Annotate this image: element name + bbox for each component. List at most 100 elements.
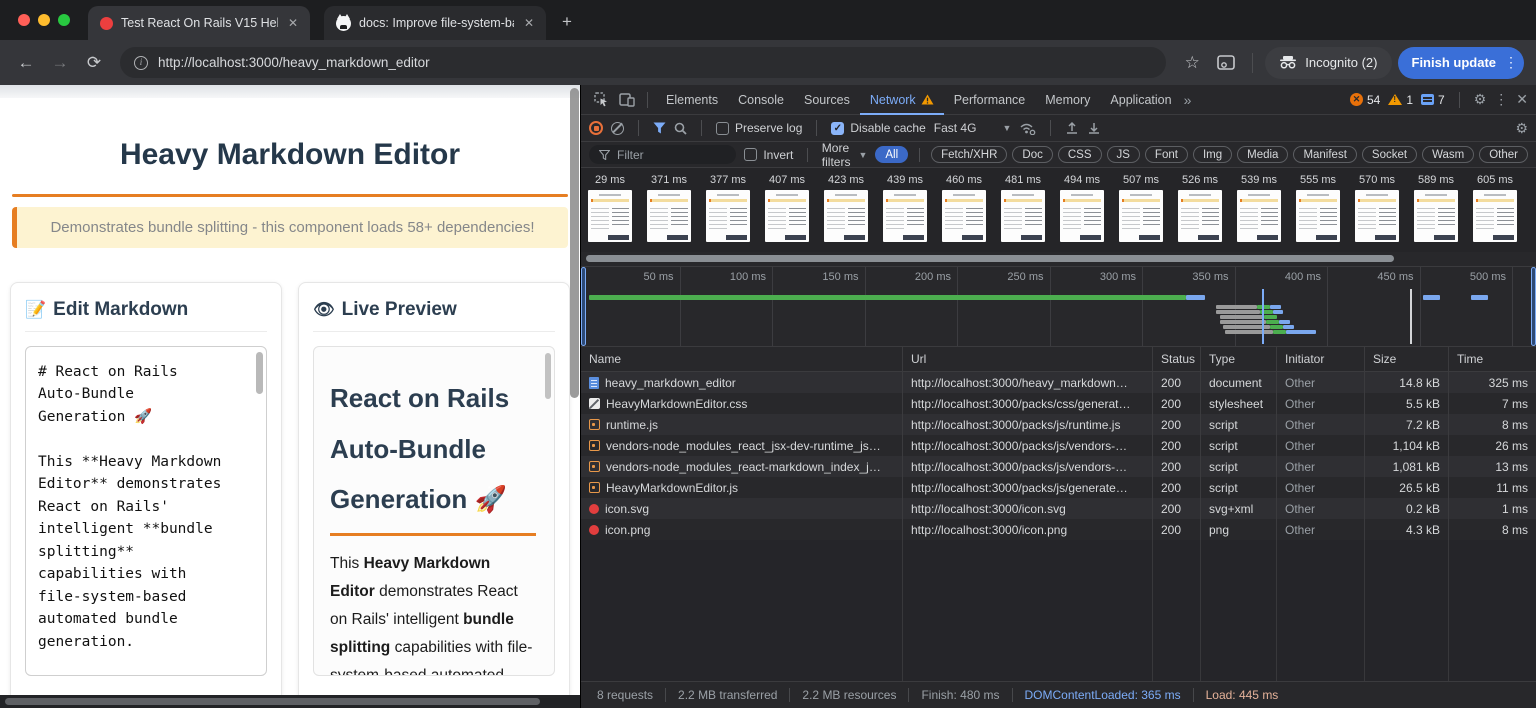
filmstrip-frame[interactable]: 377 ms bbox=[706, 174, 750, 252]
table-row[interactable]: runtime.jshttp://localhost:3000/packs/js… bbox=[581, 414, 1536, 435]
filmstrip-frame[interactable]: 494 ms bbox=[1060, 174, 1104, 252]
incognito-badge[interactable]: Incognito (2) bbox=[1265, 47, 1391, 79]
table-row[interactable]: vendors-node_modules_react_jsx-dev-runti… bbox=[581, 435, 1536, 456]
timeline-left-handle[interactable] bbox=[581, 267, 586, 346]
column-header-status[interactable]: Status bbox=[1153, 347, 1201, 371]
devtools-tab-console[interactable]: Console bbox=[728, 85, 794, 115]
column-header-type[interactable]: Type bbox=[1201, 347, 1277, 371]
devtools-menu-icon[interactable]: ⋮ bbox=[1494, 91, 1508, 108]
side-panel-icon[interactable] bbox=[1212, 49, 1240, 77]
bookmark-star-icon[interactable]: ☆ bbox=[1178, 49, 1206, 77]
address-bar[interactable]: i http://localhost:3000/heavy_markdown_e… bbox=[120, 47, 1166, 78]
forward-icon[interactable]: → bbox=[46, 49, 74, 77]
export-har-icon[interactable] bbox=[1087, 121, 1101, 135]
filter-chip-manifest[interactable]: Manifest bbox=[1293, 146, 1356, 163]
issues-badge[interactable]: 7 bbox=[1421, 93, 1445, 107]
network-conditions-icon[interactable] bbox=[1019, 122, 1036, 135]
filter-chip-media[interactable]: Media bbox=[1237, 146, 1288, 163]
network-overview-timeline[interactable]: 50 ms100 ms150 ms200 ms250 ms300 ms350 m… bbox=[581, 266, 1536, 346]
filter-funnel-icon[interactable] bbox=[653, 122, 666, 134]
filter-chip-fetchxhr[interactable]: Fetch/XHR bbox=[931, 146, 1007, 163]
devtools-tab-application[interactable]: Application bbox=[1100, 85, 1181, 115]
filter-chip-wasm[interactable]: Wasm bbox=[1422, 146, 1474, 163]
filmstrip-frame[interactable]: 605 ms bbox=[1473, 174, 1517, 252]
filmstrip-frame[interactable]: 589 ms bbox=[1414, 174, 1458, 252]
finish-update-button[interactable]: Finish update ⋮ bbox=[1398, 47, 1525, 79]
device-toolbar-icon[interactable] bbox=[615, 89, 639, 111]
url-text[interactable]: http://localhost:3000/heavy_markdown_edi… bbox=[158, 55, 430, 70]
table-row[interactable]: HeavyMarkdownEditor.jshttp://localhost:3… bbox=[581, 477, 1536, 498]
invert-checkbox[interactable]: Invert bbox=[744, 148, 793, 162]
timeline-right-handle[interactable] bbox=[1531, 267, 1536, 346]
devtools-tab-sources[interactable]: Sources bbox=[794, 85, 860, 115]
devtools-tab-performance[interactable]: Performance bbox=[944, 85, 1036, 115]
more-tabs-icon[interactable]: » bbox=[1184, 92, 1192, 108]
close-tab-icon[interactable]: ✕ bbox=[286, 16, 300, 30]
filter-chip-other[interactable]: Other bbox=[1479, 146, 1528, 163]
filmstrip-frame[interactable]: 526 ms bbox=[1178, 174, 1222, 252]
table-row[interactable]: HeavyMarkdownEditor.csshttp://localhost:… bbox=[581, 393, 1536, 414]
back-icon[interactable]: ← bbox=[12, 49, 40, 77]
column-header-name[interactable]: Name bbox=[581, 347, 903, 371]
network-settings-gear-icon[interactable]: ⚙ bbox=[1515, 120, 1528, 137]
filter-chip-font[interactable]: Font bbox=[1145, 146, 1188, 163]
filmstrip-scrollbar[interactable] bbox=[581, 252, 1536, 266]
textarea-scrollbar-thumb[interactable] bbox=[256, 352, 263, 394]
window-controls[interactable] bbox=[0, 0, 88, 40]
devtools-tab-memory[interactable]: Memory bbox=[1035, 85, 1100, 115]
filter-chip-all[interactable]: All bbox=[875, 146, 908, 163]
table-row[interactable]: icon.pnghttp://localhost:3000/icon.png20… bbox=[581, 519, 1536, 540]
filter-chip-js[interactable]: JS bbox=[1107, 146, 1140, 163]
browser-tab-2[interactable]: docs: Improve file-system-ba ✕ bbox=[324, 6, 546, 40]
markdown-editor-textarea[interactable] bbox=[25, 346, 267, 676]
devtools-tab-network[interactable]: Network bbox=[860, 85, 944, 115]
table-row[interactable]: heavy_markdown_editorhttp://localhost:30… bbox=[581, 372, 1536, 393]
minimize-window-button[interactable] bbox=[38, 14, 50, 26]
site-info-icon[interactable]: i bbox=[134, 56, 148, 70]
zoom-window-button[interactable] bbox=[58, 14, 70, 26]
page-vertical-scrollbar[interactable] bbox=[570, 88, 579, 398]
filmstrip-frame[interactable]: 371 ms bbox=[647, 174, 691, 252]
search-icon[interactable] bbox=[674, 122, 687, 135]
close-devtools-icon[interactable]: ✕ bbox=[1516, 91, 1528, 108]
filmstrip-frame[interactable]: 539 ms bbox=[1237, 174, 1281, 252]
clear-network-log-icon[interactable] bbox=[611, 122, 624, 135]
table-row[interactable]: icon.svghttp://localhost:3000/icon.svg20… bbox=[581, 498, 1536, 519]
filter-chip-css[interactable]: CSS bbox=[1058, 146, 1102, 163]
column-header-time[interactable]: Time bbox=[1449, 347, 1536, 371]
preserve-log-checkbox[interactable]: Preserve log bbox=[716, 121, 802, 135]
filmstrip-frame[interactable]: 407 ms bbox=[765, 174, 809, 252]
filmstrip-frame[interactable]: 423 ms bbox=[824, 174, 868, 252]
warning-badge[interactable]: 1 bbox=[1388, 93, 1413, 107]
filmstrip-frame[interactable]: 29 ms bbox=[588, 174, 632, 252]
filter-chip-socket[interactable]: Socket bbox=[1362, 146, 1417, 163]
column-header-url[interactable]: Url bbox=[903, 347, 1153, 371]
inspect-element-icon[interactable] bbox=[589, 89, 613, 111]
filmstrip-frame[interactable]: 481 ms bbox=[1001, 174, 1045, 252]
browser-tab-1[interactable]: Test React On Rails V15 Hello ✕ bbox=[88, 6, 310, 40]
import-har-icon[interactable] bbox=[1065, 121, 1079, 135]
new-tab-button[interactable]: + bbox=[562, 12, 572, 32]
filter-chip-doc[interactable]: Doc bbox=[1012, 146, 1052, 163]
column-header-size[interactable]: Size bbox=[1365, 347, 1449, 371]
record-network-log-icon[interactable] bbox=[589, 121, 603, 135]
filmstrip-frame[interactable]: 570 ms bbox=[1355, 174, 1399, 252]
settings-gear-icon[interactable]: ⚙ bbox=[1474, 91, 1487, 108]
throttling-select[interactable]: Fast 4G ▼ bbox=[934, 121, 1012, 135]
reload-icon[interactable]: ⟳ bbox=[80, 49, 108, 77]
close-window-button[interactable] bbox=[18, 14, 30, 26]
disable-cache-checkbox[interactable]: ✓ Disable cache bbox=[831, 121, 925, 135]
filmstrip-frame[interactable]: 555 ms bbox=[1296, 174, 1340, 252]
error-badge[interactable]: ✕54 bbox=[1350, 93, 1380, 107]
column-header-initiator[interactable]: Initiator bbox=[1277, 347, 1365, 371]
filmstrip-frame[interactable]: 507 ms bbox=[1119, 174, 1163, 252]
kebab-menu-icon[interactable]: ⋮ bbox=[1504, 54, 1518, 71]
filmstrip-frame[interactable]: 439 ms bbox=[883, 174, 927, 252]
filmstrip-frame[interactable]: 460 ms bbox=[942, 174, 986, 252]
filter-input[interactable]: Filter bbox=[589, 145, 736, 164]
preview-scrollbar-thumb[interactable] bbox=[545, 353, 551, 399]
devtools-tab-elements[interactable]: Elements bbox=[656, 85, 728, 115]
filter-chip-img[interactable]: Img bbox=[1193, 146, 1232, 163]
close-tab-icon[interactable]: ✕ bbox=[522, 16, 536, 30]
more-filters-button[interactable]: More filters ▼ bbox=[822, 141, 868, 169]
